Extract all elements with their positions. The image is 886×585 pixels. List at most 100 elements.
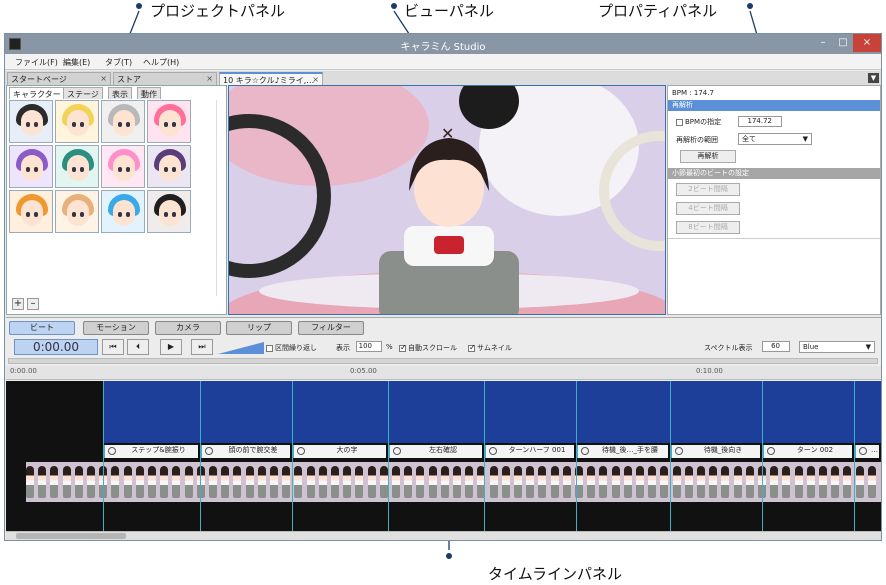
clip-label: … (871, 446, 878, 454)
close-icon[interactable]: × (206, 74, 213, 83)
tab-lip[interactable]: リップ (226, 321, 292, 335)
thumbnail-frame (306, 466, 315, 498)
character-thumbnail[interactable] (147, 190, 191, 233)
clip-toggle-icon[interactable] (581, 447, 589, 455)
tab-label: スタートページ (11, 75, 67, 84)
eye (34, 122, 38, 127)
spectrum-input[interactable]: 60 (762, 341, 790, 352)
eye (164, 212, 168, 217)
close-icon[interactable]: × (100, 74, 107, 83)
scroll-thumb[interactable] (16, 533, 126, 539)
motion-clip[interactable]: 大の字 (292, 445, 386, 458)
clip-toggle-icon[interactable] (393, 447, 401, 455)
clip-boundary (103, 381, 104, 531)
character-thumbnail[interactable] (55, 100, 99, 143)
tab-store[interactable]: ストア × (113, 72, 217, 85)
tab-character[interactable]: キャラクター (9, 87, 65, 99)
zoom-input[interactable]: 100 (356, 341, 382, 352)
volume-slider[interactable] (218, 342, 264, 354)
character-thumbnail[interactable] (55, 190, 99, 233)
spectrum-label: スペクトル表示 (704, 344, 753, 352)
face (113, 155, 135, 181)
percent-label: % (386, 343, 393, 351)
overview-scrollbar[interactable] (8, 358, 878, 364)
menu-file[interactable]: ファイル(F) (15, 57, 58, 68)
tab-motion[interactable]: モーション (83, 321, 149, 335)
skip-end-icon[interactable]: ⏭ (191, 339, 213, 355)
loop-checkbox[interactable]: 区間繰り返し (266, 343, 317, 353)
clip-toggle-icon[interactable] (205, 447, 213, 455)
motion-clip[interactable]: ターンハーフ 001 (484, 445, 574, 458)
motion-clip[interactable]: ターン 002 (762, 445, 852, 458)
clip-toggle-icon[interactable] (767, 447, 775, 455)
motion-clip[interactable]: 待機_後…_手を腰 (576, 445, 668, 458)
menu-edit[interactable]: 編集(E) (63, 57, 90, 68)
clip-toggle-icon[interactable] (675, 447, 683, 455)
beat-2-button[interactable]: 2ビート間隔 (676, 183, 740, 196)
skip-start-icon[interactable]: ⏮ (102, 339, 124, 355)
clip-toggle-icon[interactable] (859, 447, 867, 455)
close-icon[interactable]: × (312, 75, 319, 84)
play-icon[interactable]: ▶ (160, 339, 182, 355)
divider (668, 238, 880, 239)
clip-toggle-icon[interactable] (489, 447, 497, 455)
tab-list-dropdown[interactable]: ▼ (868, 73, 879, 83)
autoscroll-checkbox[interactable]: 自動スクロール (399, 343, 457, 353)
bpm-spec-checkbox[interactable]: BPMの指定 (676, 117, 721, 127)
thumbnail-frame (648, 466, 657, 498)
maximize-button[interactable]: □ (833, 34, 853, 52)
step-back-icon[interactable]: ⏴ (127, 339, 149, 355)
vertical-scrollbar[interactable] (216, 100, 224, 296)
eye (26, 167, 30, 172)
bpm-value-input[interactable]: 174.72 (738, 116, 782, 127)
character-thumbnail[interactable] (147, 100, 191, 143)
thumbnail-frame (209, 466, 217, 498)
tab-filter[interactable]: フィルター (298, 321, 364, 335)
color-select[interactable]: Blue ▼ (799, 341, 875, 353)
motion-clip[interactable]: 待機_後向き (670, 445, 760, 458)
character-thumbnail[interactable] (101, 190, 145, 233)
view-panel[interactable]: ✕ (228, 85, 666, 315)
range-select[interactable]: 全て ▼ (738, 133, 812, 145)
figure-root: プロジェクトパネル ビューパネル プロパティパネル タイムラインパネル キャラミ… (0, 0, 886, 585)
thumbnail-checkbox[interactable]: サムネイル (468, 343, 512, 353)
menu-tab[interactable]: タブ(T) (105, 57, 132, 68)
clip-toggle-icon[interactable] (297, 447, 305, 455)
tab-camera[interactable]: カメラ (155, 321, 221, 335)
reanalyze-button[interactable]: 再解析 (680, 150, 736, 163)
remove-button[interactable]: – (27, 298, 39, 310)
clip-toggle-icon[interactable] (108, 447, 116, 455)
checkbox-icon (676, 118, 683, 126)
minimize-button[interactable]: – (813, 34, 833, 52)
motion-clip[interactable]: ステップ&腕振り (103, 445, 198, 458)
character-thumbnail[interactable] (101, 100, 145, 143)
character-thumbnail[interactable] (9, 145, 53, 188)
motion-clip[interactable]: 顔の前で腕交差 (200, 445, 290, 458)
motion-clip[interactable]: … (854, 445, 879, 458)
thumbnail-frame (26, 466, 34, 498)
character-thumbnail[interactable] (9, 100, 53, 143)
character-thumbnail[interactable] (101, 145, 145, 188)
document-tabs: スタートページ × ストア × 10 キラ☆クル♪ミライ,… × ▼ (5, 71, 881, 85)
character-thumbnail[interactable] (147, 145, 191, 188)
beat-4-button[interactable]: 4ビート間隔 (676, 202, 740, 215)
thumbnail-frame (721, 466, 730, 498)
beat-8-button[interactable]: 8ビート間隔 (676, 221, 740, 234)
close-button[interactable]: × (853, 34, 881, 52)
menu-help[interactable]: ヘルプ(H) (143, 57, 179, 68)
character-thumbnail[interactable] (55, 145, 99, 188)
tab-motion[interactable]: 動作 (137, 87, 161, 99)
callout-timeline-panel: タイムラインパネル (488, 565, 622, 583)
autoscroll-label: 自動スクロール (408, 344, 457, 352)
tab-project[interactable]: 10 キラ☆クル♪ミライ,… × (219, 72, 323, 85)
character-thumbnail[interactable] (9, 190, 53, 233)
horizontal-scrollbar[interactable] (6, 531, 881, 540)
tab-stage[interactable]: ステージ (63, 87, 103, 99)
tab-beat[interactable]: ビート (9, 321, 75, 335)
add-button[interactable]: + (12, 298, 24, 310)
clip-label: 大の字 (336, 446, 358, 454)
tab-display[interactable]: 表示 (108, 87, 132, 99)
tab-start-page[interactable]: スタートページ × (7, 72, 111, 85)
motion-clip[interactable]: 左右確認 (388, 445, 482, 458)
callout-property-panel: プロパティパネル (598, 2, 718, 20)
